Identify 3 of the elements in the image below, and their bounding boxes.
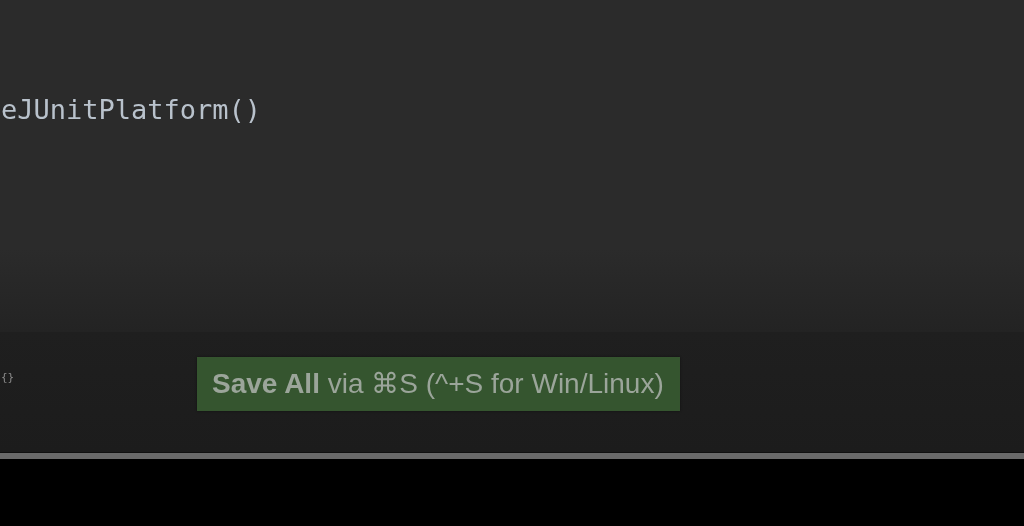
code-line: eJUnitPlatform() [1, 93, 263, 127]
breadcrumb[interactable]: {} [1, 371, 197, 384]
shortcut-notification: Save All via ⌘S (^+S for Win/Linux) [197, 357, 680, 411]
